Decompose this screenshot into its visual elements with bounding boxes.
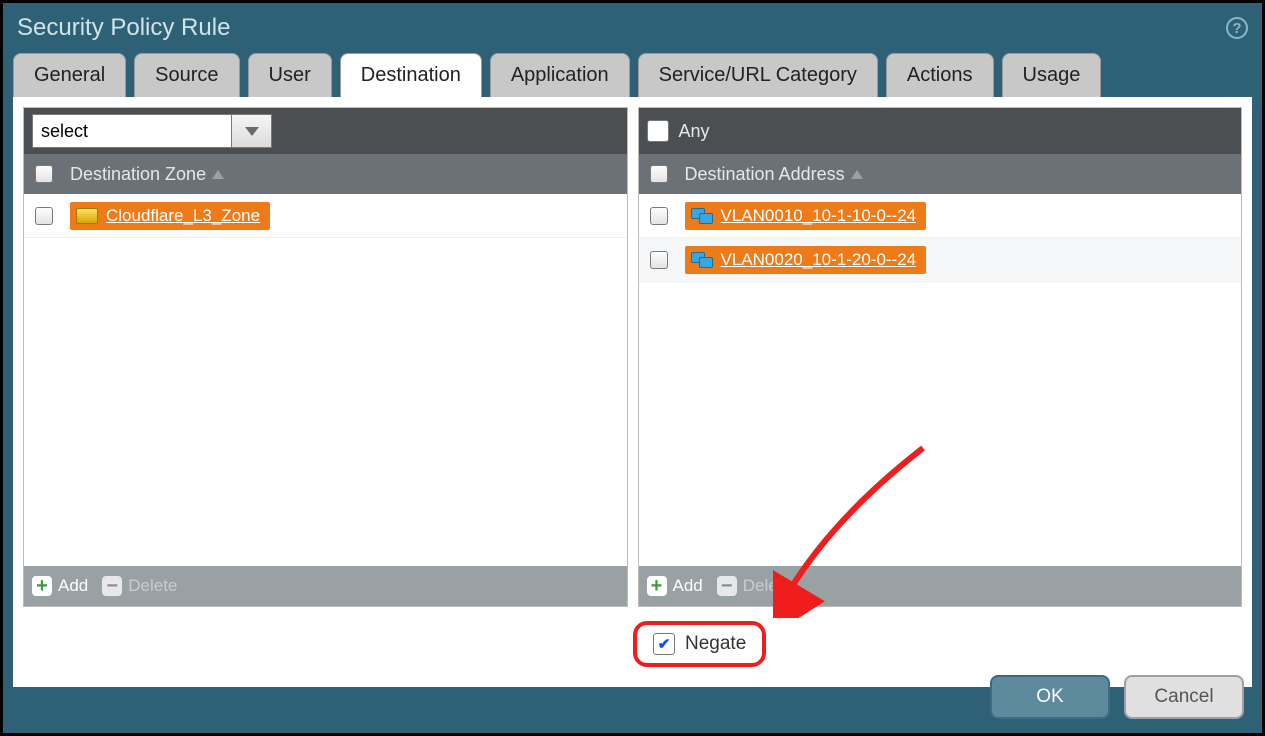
address-any-bar: Any (639, 108, 1242, 154)
zone-icon (76, 208, 98, 224)
negate-label: Negate (685, 633, 746, 655)
cancel-button[interactable]: Cancel (1124, 675, 1244, 719)
destination-zone-column: Destination Zone Cloudflare_L3_Zone + (23, 107, 628, 607)
address-table-body: VLAN0010_10-1-10-0--24 VLAN0020_10-1-20-… (639, 194, 1242, 566)
zone-chip-label: Cloudflare_L3_Zone (106, 206, 260, 226)
zone-delete-button: − Delete (102, 576, 177, 596)
address-footer: + Add − Delete (639, 566, 1242, 606)
plus-icon: + (32, 576, 52, 596)
address-chip[interactable]: VLAN0010_10-1-10-0--24 (685, 202, 927, 230)
zone-type-dropdown-button[interactable] (232, 114, 272, 148)
tab-user[interactable]: User (248, 53, 332, 97)
table-row: VLAN0010_10-1-10-0--24 (639, 194, 1242, 238)
zone-table-body: Cloudflare_L3_Zone (24, 194, 627, 566)
zone-header-label[interactable]: Destination Zone (64, 164, 627, 185)
zone-add-button[interactable]: + Add (32, 576, 88, 596)
any-checkbox[interactable] (647, 120, 669, 142)
zone-type-select[interactable] (32, 114, 272, 148)
help-icon[interactable]: ? (1226, 17, 1248, 39)
tab-general[interactable]: General (13, 53, 126, 97)
ok-button[interactable]: OK (990, 675, 1110, 719)
dialog: Security Policy Rule ? General Source Us… (0, 0, 1265, 736)
negate-checkbox[interactable] (653, 633, 675, 655)
tab-actions[interactable]: Actions (886, 53, 994, 97)
table-row: VLAN0020_10-1-20-0--24 (639, 238, 1242, 282)
chevron-down-icon (245, 127, 259, 136)
address-select-all-checkbox[interactable] (650, 165, 668, 183)
sort-asc-icon (212, 170, 224, 179)
table-row: Cloudflare_L3_Zone (24, 194, 627, 238)
titlebar: Security Policy Rule ? (3, 3, 1262, 53)
row-checkbox[interactable] (650, 207, 668, 225)
destination-panel: Destination Zone Cloudflare_L3_Zone + (13, 97, 1252, 617)
minus-icon: − (102, 576, 122, 596)
network-icon (691, 252, 713, 268)
zone-footer: + Add − Delete (24, 566, 627, 606)
tab-service-url[interactable]: Service/URL Category (638, 53, 878, 97)
address-delete-button: − Delete (717, 576, 792, 596)
zone-select-all-checkbox[interactable] (35, 165, 53, 183)
network-icon (691, 208, 713, 224)
any-label: Any (679, 121, 710, 142)
destination-address-column: Any Destination Address VLAN0010_10-1-10… (638, 107, 1243, 607)
negate-highlight: Negate (633, 621, 766, 667)
address-chip-label: VLAN0020_10-1-20-0--24 (721, 250, 917, 270)
tab-application[interactable]: Application (490, 53, 630, 97)
zone-type-input[interactable] (32, 114, 232, 148)
row-checkbox[interactable] (35, 207, 53, 225)
tab-usage[interactable]: Usage (1002, 53, 1102, 97)
tab-destination[interactable]: Destination (340, 53, 482, 97)
tab-source[interactable]: Source (134, 53, 239, 97)
plus-icon: + (647, 576, 667, 596)
address-header-label[interactable]: Destination Address (679, 164, 1242, 185)
tab-bar: General Source User Destination Applicat… (3, 53, 1262, 97)
zone-select-bar (24, 108, 627, 154)
address-chip-label: VLAN0010_10-1-10-0--24 (721, 206, 917, 226)
address-chip[interactable]: VLAN0020_10-1-20-0--24 (685, 246, 927, 274)
address-add-button[interactable]: + Add (647, 576, 703, 596)
address-table-header: Destination Address (639, 154, 1242, 194)
zone-table-header: Destination Zone (24, 154, 627, 194)
row-checkbox[interactable] (650, 251, 668, 269)
dialog-buttons: OK Cancel (990, 675, 1244, 719)
zone-chip[interactable]: Cloudflare_L3_Zone (70, 202, 270, 230)
minus-icon: − (717, 576, 737, 596)
dialog-title: Security Policy Rule (17, 14, 230, 42)
sort-asc-icon (851, 170, 863, 179)
